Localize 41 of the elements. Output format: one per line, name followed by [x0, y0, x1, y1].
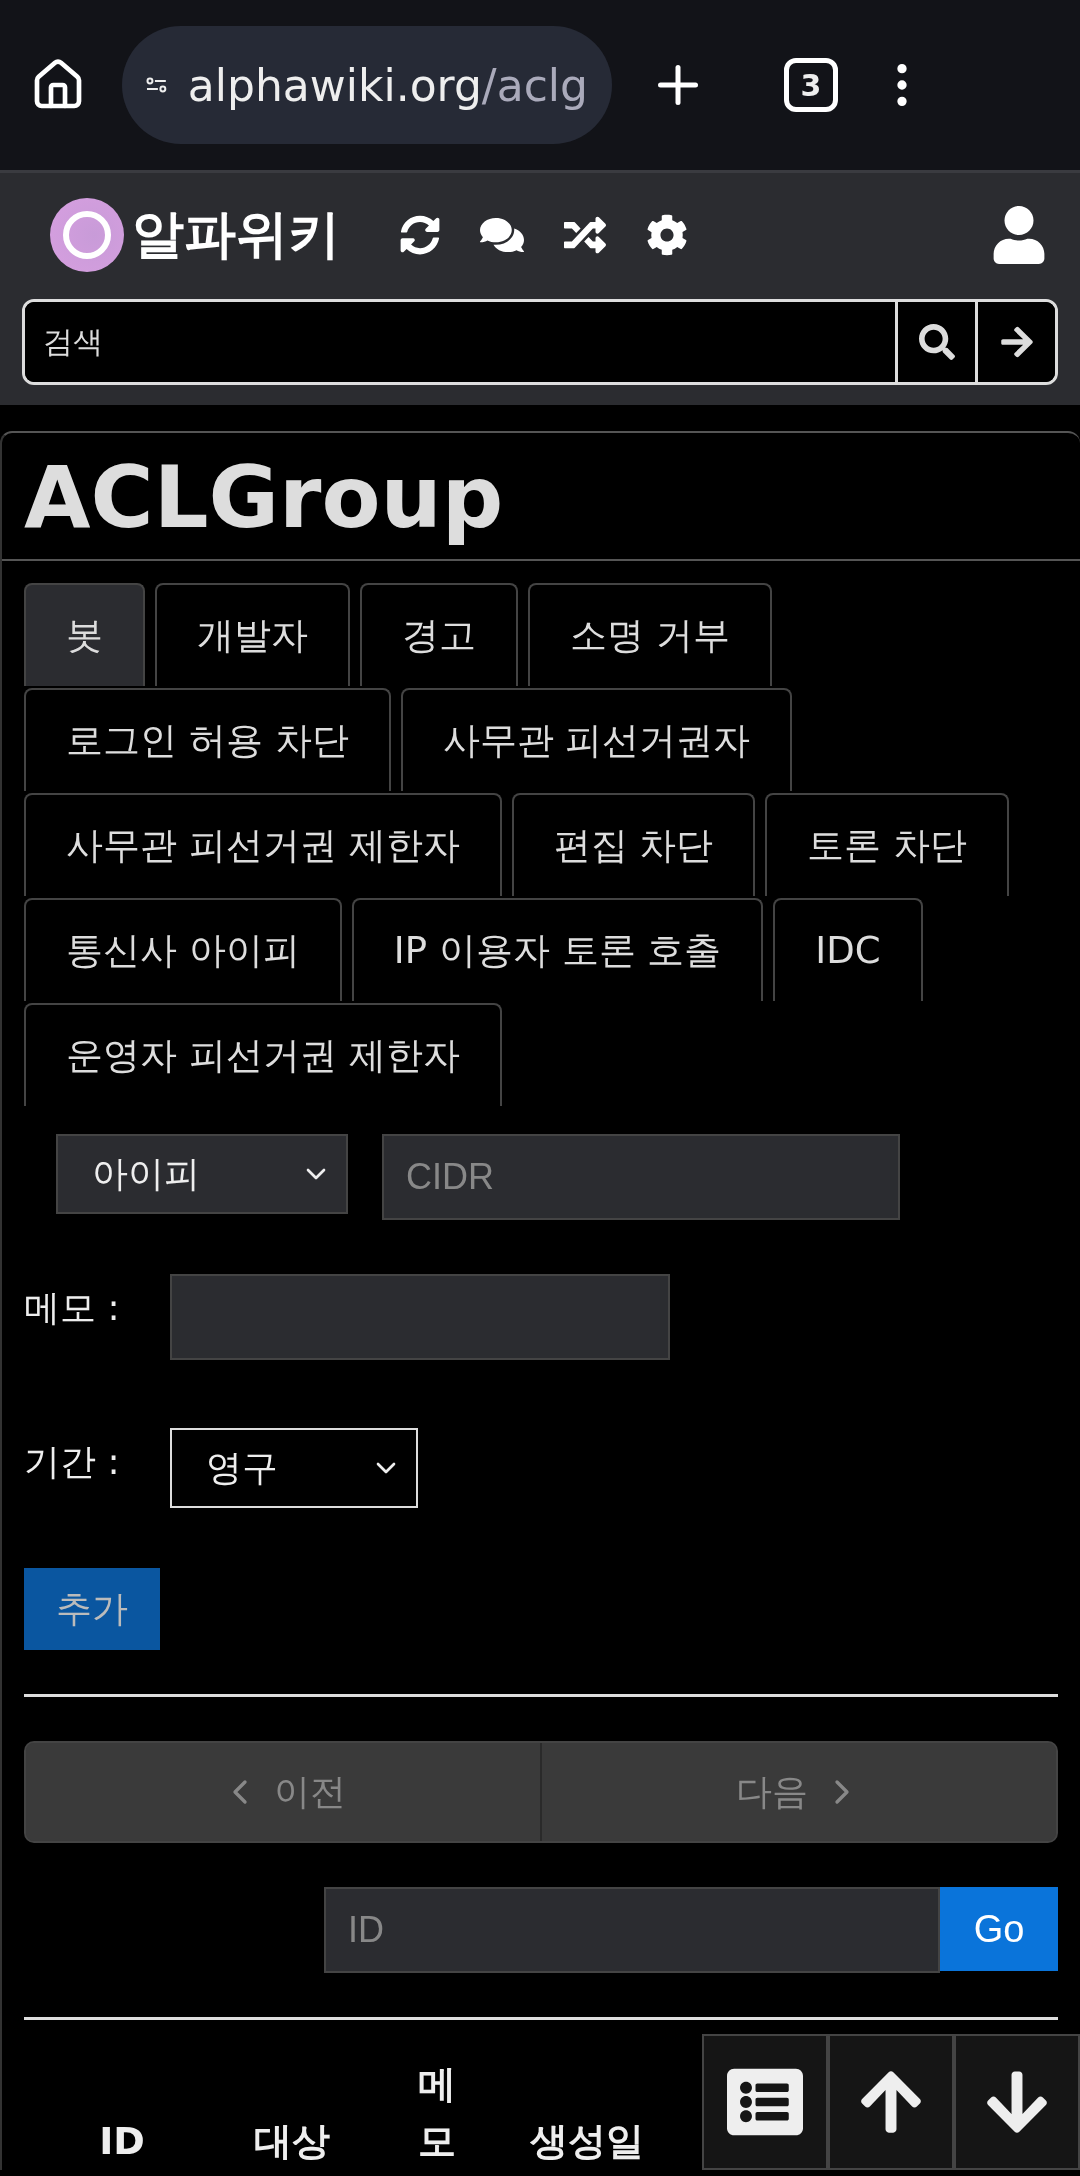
- group-tab[interactable]: 사무관 피선거권자: [400, 688, 793, 791]
- group-tab[interactable]: 토론 차단: [765, 793, 1010, 896]
- scroll-down-button[interactable]: [954, 2034, 1080, 2170]
- memo-label: 메모 :: [24, 1286, 121, 1330]
- arrow-right-icon: [998, 324, 1035, 360]
- id-field[interactable]: ID: [324, 1887, 940, 1973]
- go-button[interactable]: [975, 302, 1055, 382]
- group-tab[interactable]: 사무관 피선거권 제한자: [24, 793, 502, 896]
- group-tab[interactable]: 개발자: [155, 583, 350, 686]
- settings-icon[interactable]: [646, 214, 688, 256]
- url-text: alphawiki.org/aclg: [187, 59, 588, 111]
- period-label: 기간 :: [24, 1440, 121, 1484]
- group-tab[interactable]: IP 이용자 토론 호출: [351, 898, 764, 1001]
- page-title: ACLGroup: [2, 433, 1080, 561]
- memo-field[interactable]: [170, 1274, 670, 1360]
- address-bar[interactable]: alphawiki.org/aclg: [122, 26, 612, 144]
- search-icon: [918, 324, 955, 360]
- shuffle-icon[interactable]: [564, 214, 606, 256]
- group-tab[interactable]: 운영자 피선거권 제한자: [24, 1003, 502, 1106]
- type-select[interactable]: 아이피: [56, 1134, 348, 1214]
- search-bar[interactable]: 검색: [22, 299, 1058, 385]
- go-button[interactable]: Go: [940, 1887, 1058, 1971]
- site-name[interactable]: 알파위키: [132, 200, 340, 270]
- refresh-icon[interactable]: [400, 215, 440, 255]
- column-header: ID: [98, 2118, 146, 2165]
- group-tab[interactable]: 경고: [360, 583, 518, 686]
- group-tab[interactable]: 로그인 허용 차단: [24, 688, 391, 791]
- tab-count[interactable]: 3: [784, 58, 838, 112]
- column-header: 메 모: [417, 2061, 457, 2165]
- group-tab[interactable]: 소명 거부: [528, 583, 772, 686]
- group-tab[interactable]: IDC: [773, 898, 923, 1001]
- group-tab[interactable]: 편집 차단: [511, 793, 756, 896]
- column-header: 대상: [253, 2118, 331, 2165]
- group-tab[interactable]: 봇: [24, 583, 145, 686]
- period-select[interactable]: 영구: [170, 1428, 418, 1508]
- cidr-field[interactable]: CIDR: [382, 1134, 900, 1220]
- group-tab[interactable]: 통신사 아이피: [24, 898, 342, 1001]
- scroll-up-button[interactable]: [828, 2034, 954, 2170]
- toc-button[interactable]: [702, 2034, 828, 2170]
- column-header: 생성일: [529, 2118, 645, 2165]
- add-button[interactable]: 추가: [24, 1568, 160, 1650]
